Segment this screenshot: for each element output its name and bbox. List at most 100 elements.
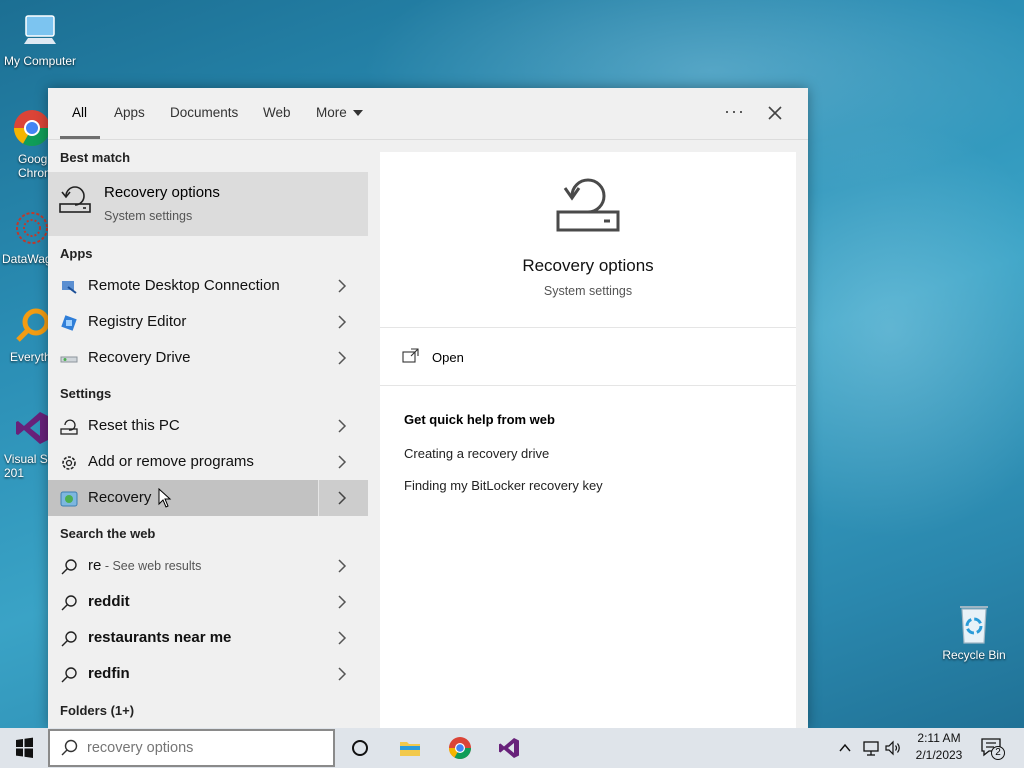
web-result-reddit[interactable]: reddit — [48, 584, 368, 620]
taskbar-search-box[interactable]: recovery options — [48, 729, 335, 767]
recovery-icon — [60, 490, 78, 508]
notification-count-badge: 2 — [991, 746, 1005, 760]
search-tabs: All Apps Documents Web More ··· — [48, 88, 808, 140]
datawag-icon — [12, 208, 52, 248]
taskbar-chrome[interactable] — [448, 736, 472, 760]
web-result-label: restaurants near me — [88, 629, 232, 646]
setting-result-add-remove-programs[interactable]: Add or remove programs — [48, 444, 368, 480]
desktop-icon-label: My Computer — [3, 54, 77, 68]
section-header-best-match: Best match — [60, 150, 131, 165]
more-options-icon[interactable]: ··· — [724, 101, 745, 122]
web-result-re[interactable]: re - See web results — [48, 548, 368, 584]
open-label: Open — [432, 350, 464, 365]
web-result-sub: - See web results — [101, 559, 202, 573]
detail-pane: Recovery options System settings Open Ge… — [380, 152, 796, 728]
app-result-recovery-drive[interactable]: Recovery Drive — [48, 340, 368, 376]
chevron-right-icon[interactable] — [336, 558, 348, 574]
mouse-cursor-icon — [158, 487, 172, 508]
chrome-icon — [12, 108, 52, 148]
quick-help-header: Get quick help from web — [404, 412, 555, 427]
setting-result-label: Reset this PC — [88, 417, 180, 434]
app-result-label: Registry Editor — [88, 313, 187, 330]
taskbar-file-explorer[interactable] — [398, 736, 422, 760]
remote-desktop-icon — [60, 278, 78, 296]
registry-editor-icon — [60, 314, 78, 332]
chevron-right-icon[interactable] — [336, 314, 348, 330]
action-center-button[interactable]: 2 — [980, 737, 1010, 761]
clock-date: 2/1/2023 — [915, 748, 963, 762]
setting-result-label: Recovery — [88, 489, 152, 506]
windows-logo-icon — [16, 737, 33, 758]
app-result-label: Remote Desktop Connection — [88, 277, 280, 294]
tab-more[interactable]: More — [316, 105, 363, 120]
chevron-right-icon[interactable] — [336, 666, 348, 682]
results-list: Best match Recovery options System setti… — [48, 140, 368, 728]
active-tab-indicator — [60, 136, 100, 139]
network-icon[interactable] — [862, 739, 880, 757]
tab-web[interactable]: Web — [263, 105, 291, 120]
recovery-options-icon — [58, 184, 92, 214]
setting-result-label: Add or remove programs — [88, 453, 254, 470]
search-icon — [60, 666, 78, 684]
recovery-options-large-icon — [554, 174, 622, 234]
cortana-button[interactable] — [348, 736, 372, 760]
search-icon — [60, 630, 78, 648]
close-icon — [768, 106, 782, 120]
taskbar-visual-studio[interactable] — [497, 736, 521, 760]
search-icon — [60, 594, 78, 612]
volume-icon[interactable] — [884, 739, 902, 757]
clock-time: 2:11 AM — [917, 731, 961, 745]
open-icon — [402, 348, 420, 364]
recovery-drive-icon — [60, 350, 78, 368]
app-result-remote-desktop[interactable]: Remote Desktop Connection — [48, 268, 368, 304]
recycle-bin-icon — [954, 604, 994, 644]
tab-more-label: More — [316, 105, 347, 120]
web-result-label-group: re - See web results — [88, 557, 201, 574]
section-header-folders[interactable]: Folders (1+) — [60, 703, 134, 718]
chevron-down-icon — [352, 110, 363, 117]
quick-help-link-bitlocker[interactable]: Finding my BitLocker recovery key — [404, 478, 603, 493]
tab-documents[interactable]: Documents — [170, 105, 238, 120]
everything-search-icon — [12, 306, 52, 346]
search-input[interactable]: recovery options — [87, 740, 193, 756]
setting-result-recovery[interactable]: Recovery — [48, 480, 368, 516]
quick-help-link-recovery-drive[interactable]: Creating a recovery drive — [404, 446, 549, 461]
chevron-right-icon[interactable] — [336, 278, 348, 294]
best-match-title: Recovery options — [104, 184, 220, 201]
clock[interactable]: 2:11 AM 2/1/2023 — [906, 731, 972, 762]
app-result-registry-editor[interactable]: Registry Editor — [48, 304, 368, 340]
chevron-right-icon[interactable] — [336, 454, 348, 470]
web-result-label: redfin — [88, 665, 130, 682]
chevron-right-icon[interactable] — [336, 630, 348, 646]
web-result-redfin[interactable]: redfin — [48, 656, 368, 692]
cortana-icon — [352, 740, 368, 756]
computer-icon — [20, 10, 60, 50]
folder-icon — [400, 742, 420, 756]
start-button[interactable] — [0, 728, 48, 768]
best-match-item[interactable]: Recovery options System settings — [48, 172, 368, 236]
desktop-icon-label: Goog Chron — [18, 152, 51, 180]
web-result-label: re — [88, 557, 102, 574]
tab-all[interactable]: All — [72, 105, 87, 120]
chevron-right-icon[interactable] — [336, 350, 348, 366]
detail-subtitle: System settings — [543, 284, 633, 298]
setting-result-reset-pc[interactable]: Reset this PC — [48, 408, 368, 444]
close-button[interactable] — [764, 102, 786, 124]
web-result-restaurants[interactable]: restaurants near me — [48, 620, 368, 656]
desktop-icon-recycle-bin[interactable]: Recycle Bin — [934, 604, 1014, 662]
chevron-right-icon[interactable] — [336, 418, 348, 434]
desktop-icon-my-computer[interactable]: My Computer — [0, 10, 80, 68]
detail-hero: Recovery options System settings — [380, 152, 796, 328]
open-action[interactable]: Open — [380, 328, 796, 386]
chrome-icon — [449, 737, 471, 759]
chevron-right-icon[interactable] — [336, 594, 348, 610]
section-header-settings: Settings — [60, 386, 112, 401]
taskbar: recovery options 2:11 AM 2/1/2023 2 — [0, 728, 1024, 768]
search-icon — [60, 558, 78, 576]
app-result-label: Recovery Drive — [88, 349, 191, 366]
section-header-apps: Apps — [60, 246, 93, 261]
section-header-search-web: Search the web — [60, 526, 156, 541]
tab-apps[interactable]: Apps — [114, 105, 145, 120]
show-hidden-icons-chevron-up-icon[interactable] — [838, 741, 852, 755]
chevron-right-icon[interactable] — [336, 490, 348, 506]
